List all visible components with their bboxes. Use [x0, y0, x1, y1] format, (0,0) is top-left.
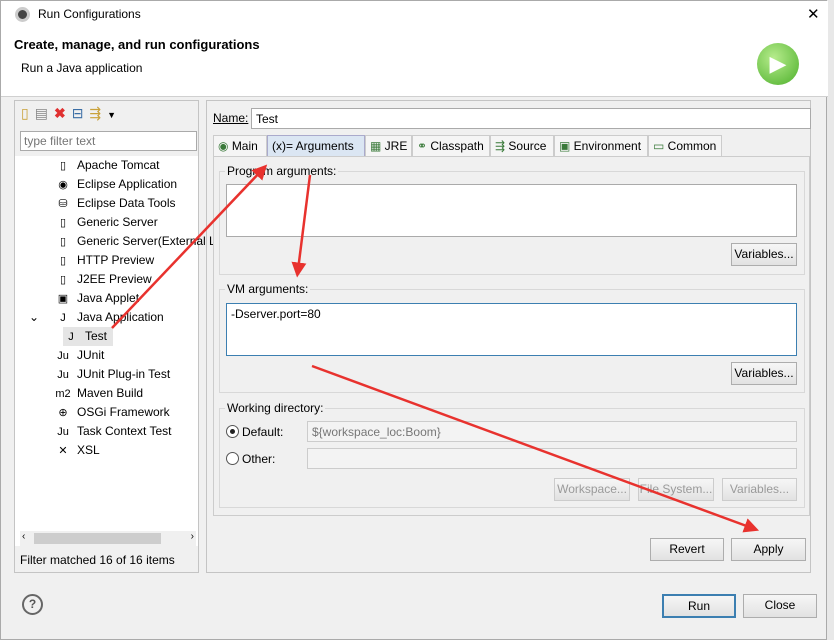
- arrow-to-vm-arguments: [291, 174, 312, 278]
- arrow-to-apply: [311, 364, 760, 533]
- arrow-to-arguments-tab: [111, 164, 268, 329]
- annotation-arrows: [111, 164, 760, 533]
